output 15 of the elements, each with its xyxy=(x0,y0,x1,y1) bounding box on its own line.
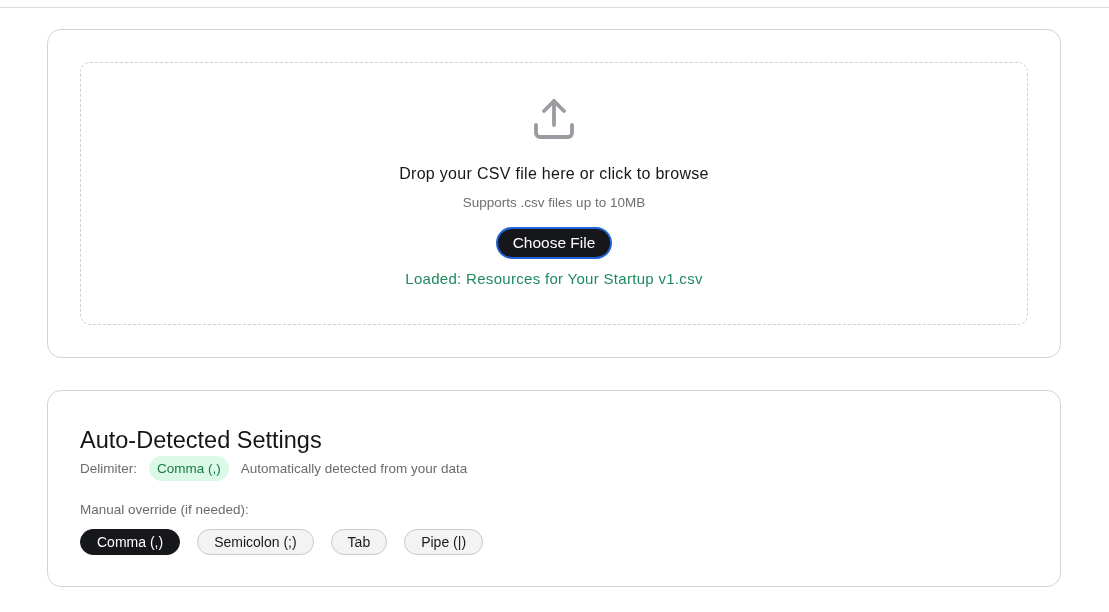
detection-note: Automatically detected from your data xyxy=(240,461,468,476)
delimiter-option[interactable]: Semicolon (;) xyxy=(197,529,314,555)
delimiter-option[interactable]: Comma (,) xyxy=(80,529,181,555)
upload-icon xyxy=(534,99,574,139)
drop-prompt: Drop your CSV file here or click to browse xyxy=(399,165,709,183)
override-label: Manual override (if needed): xyxy=(80,502,250,517)
delimiter-option[interactable]: Pipe (|) xyxy=(404,529,484,555)
file-drop-zone[interactable]: Drop your CSV file here or click to browse Supports .csv files up to 10MB Choose File Loaded: Resources for Your Startup v1.csv xyxy=(80,62,1028,325)
settings-title: Auto-Detected Settings xyxy=(80,426,323,454)
choose-file-button[interactable]: Choose File xyxy=(495,227,613,259)
detected-delimiter-badge: Comma (,) xyxy=(149,456,229,481)
file-hint: Supports .csv files up to 10MB xyxy=(462,195,646,210)
delimiter-label: Delimiter: xyxy=(80,461,137,476)
delimiter-option[interactable]: Tab xyxy=(330,529,388,555)
loaded-file-status: Loaded: Resources for Your Startup v1.csv xyxy=(405,270,703,287)
